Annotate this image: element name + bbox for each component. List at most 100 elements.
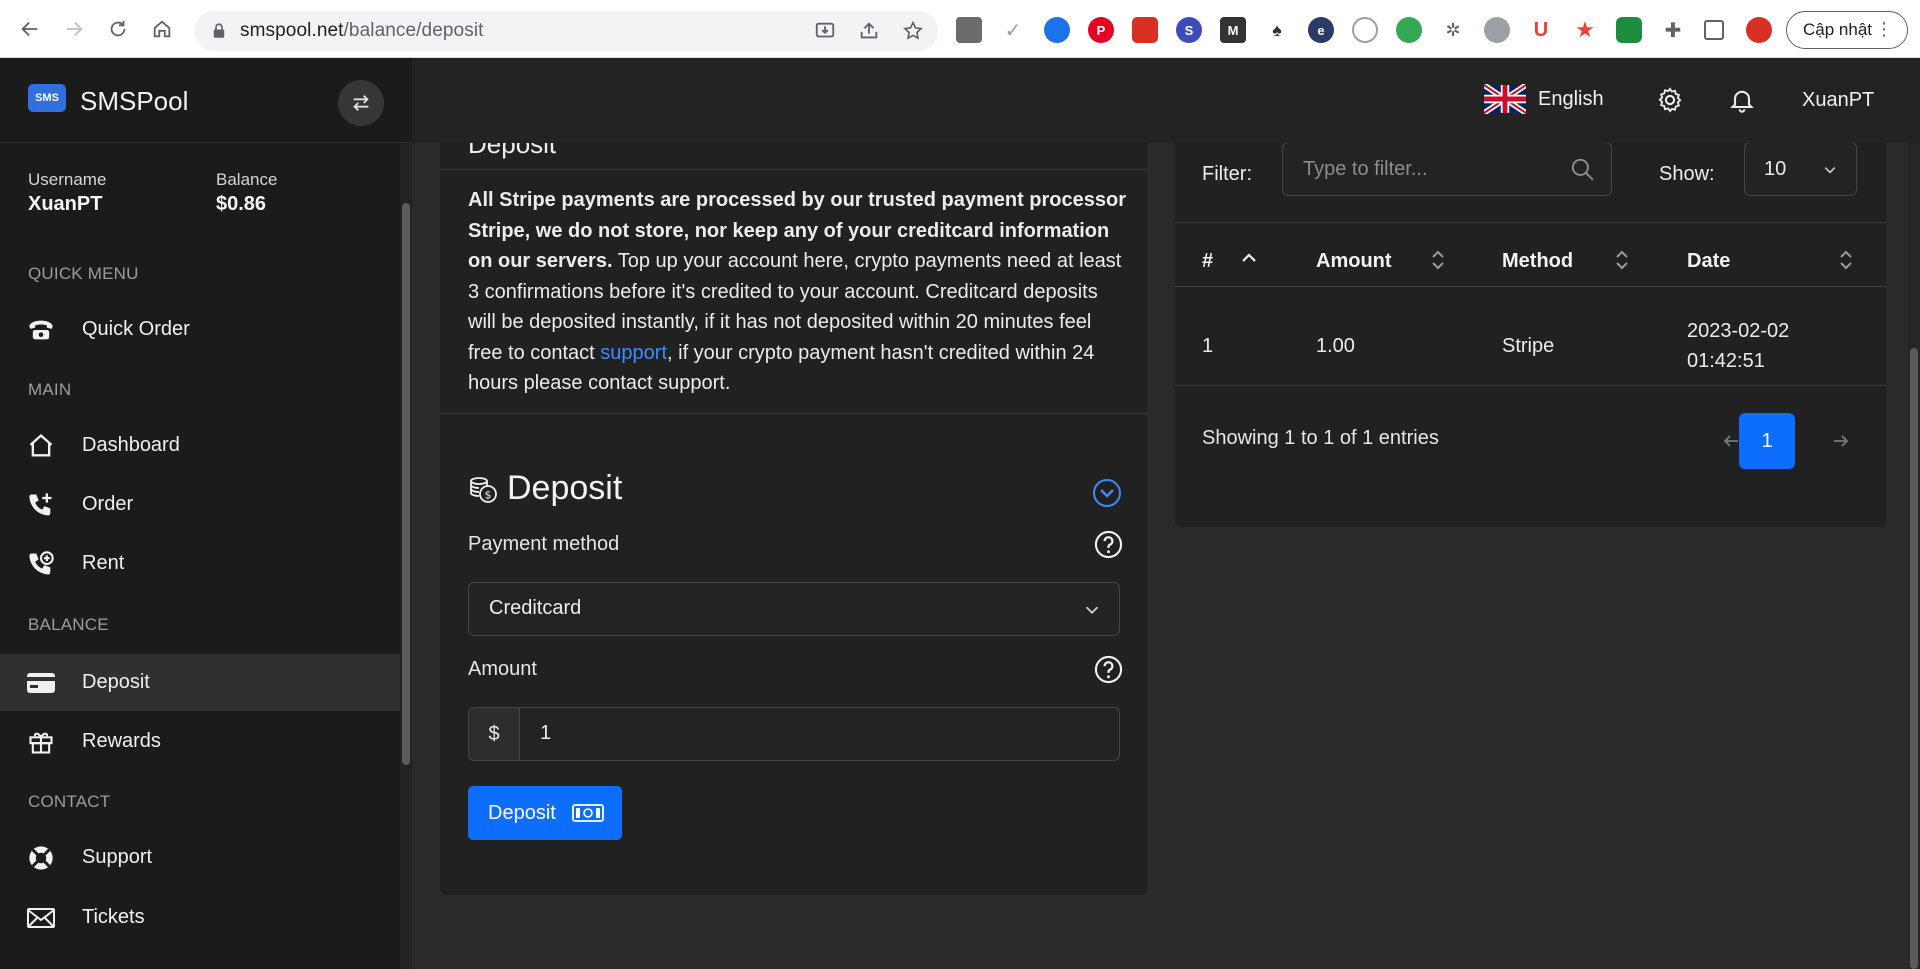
extension-red-icon[interactable] [1132,17,1158,43]
sidebar-item-label: Quick Order [82,318,190,340]
bookmark-star-icon[interactable] [902,20,924,42]
sidebar-item-dashboard[interactable]: Dashboard [0,417,400,474]
payment-method-select[interactable]: Creditcard [468,582,1120,636]
extension-blue-icon[interactable] [1044,17,1070,43]
page-size-select[interactable]: 10 [1744,143,1857,196]
extension-incognito-icon[interactable]: ♠ [1264,17,1290,43]
column-header-number[interactable]: # [1202,250,1213,273]
deposit-button-label: Deposit [488,801,556,824]
side-panel-icon[interactable] [1704,20,1724,40]
payment-method-label: Payment method [468,533,620,555]
sidebar-item-rent[interactable]: Rent [0,535,400,592]
sidebar-item-support[interactable]: Support [0,829,400,886]
column-header-date[interactable]: Date [1687,250,1730,273]
swap-arrows-icon [353,95,369,111]
sidebar-item-deposit[interactable]: Deposit [0,654,400,711]
extension-gear-icon[interactable]: ✲ [1440,17,1466,43]
sidebar: SMS SMSPool Username XuanPT Balance $0.8… [0,58,412,969]
extension-compass-icon[interactable] [1352,17,1378,43]
user-menu[interactable]: XuanPT [1802,89,1874,112]
sidebar-item-label: Deposit [82,671,150,693]
brand-name[interactable]: SMSPool [80,86,188,117]
question-circle-icon[interactable] [1094,530,1123,559]
profile-avatar-icon[interactable] [1746,17,1772,43]
cell-number: 1 [1202,335,1214,357]
sort-icon[interactable] [1836,246,1856,274]
uk-flag-icon [1484,84,1526,114]
filter-placeholder: Type to filter... [1303,158,1428,180]
sort-ascending-icon[interactable] [1239,246,1259,274]
page-size-value: 10 [1764,158,1787,180]
deposit-card: Deposit All Stripe payments are processe… [440,143,1147,895]
sidebar-item-label: Rent [82,552,125,574]
search-icon [1571,158,1594,181]
extension-settings-icon[interactable] [1484,17,1510,43]
install-app-icon[interactable] [814,20,836,42]
sidebar-item-order[interactable]: Order [0,476,400,533]
currency-prefix: $ [468,707,520,761]
question-circle-icon[interactable] [1094,655,1123,684]
deposit-form-header: $ Deposit [468,469,622,508]
username-value: XuanPT [28,193,103,215]
extension-e-icon[interactable]: e [1308,17,1334,43]
amount-input[interactable]: 1 [519,707,1120,761]
sidebar-item-label: Tickets [82,906,145,928]
extension-shield-green-icon[interactable] [1616,17,1642,43]
sort-icon[interactable] [1428,246,1448,274]
envelope-icon [26,903,56,933]
sidebar-item-tickets[interactable]: Tickets [0,889,400,946]
language-selector[interactable]: English [1484,84,1604,114]
settings-gear-icon[interactable] [1656,86,1684,114]
update-button[interactable]: Cập nhật ⋮ [1786,11,1908,49]
column-header-method[interactable]: Method [1502,250,1573,273]
support-link[interactable]: support [600,342,667,364]
page-scrollbar-thumb[interactable] [1910,348,1918,969]
notification-bell-icon[interactable] [1728,86,1756,114]
extension-star-icon[interactable]: ★ [1572,17,1598,43]
amount-input-group: $ 1 [468,707,1120,761]
page-scrollbar[interactable] [1908,143,1920,969]
sidebar-item-label: Support [82,846,153,868]
filter-label: Filter: [1202,163,1252,185]
collapse-chevron-icon[interactable] [1092,478,1122,508]
sidebar-item-label: Order [82,493,134,515]
sidebar-toggle-button[interactable] [338,80,384,126]
column-header-amount[interactable]: Amount [1316,250,1392,273]
filter-input[interactable]: Type to filter... [1282,143,1612,196]
extension-s-icon[interactable]: S [1176,17,1202,43]
forward-button[interactable] [58,13,90,45]
extension-m-icon[interactable]: M [1220,17,1246,43]
sidebar-item-label: Rewards [82,730,161,752]
extension-green-icon[interactable] [1396,17,1422,43]
next-page-icon[interactable] [1829,429,1853,453]
home-icon [153,20,171,38]
entries-info: Showing 1 to 1 of 1 entries [1202,427,1439,449]
update-button-label: Cập nhật [1803,20,1872,39]
divider [1175,222,1886,223]
cell-time: 01:42:51 [1687,350,1765,372]
back-button[interactable] [14,13,46,45]
page-button[interactable]: 1 [1739,413,1795,469]
sidebar-scrollbar-thumb[interactable] [402,203,410,765]
pinterest-icon[interactable]: P [1088,17,1114,43]
card-header-title: Deposit [468,143,557,159]
home-button[interactable] [146,13,178,45]
reload-button[interactable] [102,13,134,45]
extension-u-icon[interactable]: U [1528,17,1554,43]
deposit-submit-button[interactable]: Deposit [468,786,622,840]
balance-label: Balance [216,170,278,189]
share-icon[interactable] [858,20,880,42]
logo-icon[interactable]: SMS [28,84,66,112]
sidebar-item-rewards[interactable]: Rewards [0,713,400,770]
sort-icon[interactable] [1612,246,1632,274]
extension-shield-icon[interactable] [956,17,982,43]
lock-icon [213,23,225,38]
more-menu-icon[interactable]: ⋮ [1875,20,1893,38]
sidebar-scrollbar[interactable] [400,143,412,969]
sidebar-item-quick-order[interactable]: Quick Order [0,301,400,358]
deposit-form-title: Deposit [507,469,623,507]
extension-check-icon[interactable]: ✓ [1000,17,1026,43]
address-bar[interactable]: smspool.net/balance/deposit [194,11,938,51]
extensions-puzzle-icon[interactable]: ✚ [1660,17,1686,43]
main-content: Deposit All Stripe payments are processe… [412,143,1908,969]
